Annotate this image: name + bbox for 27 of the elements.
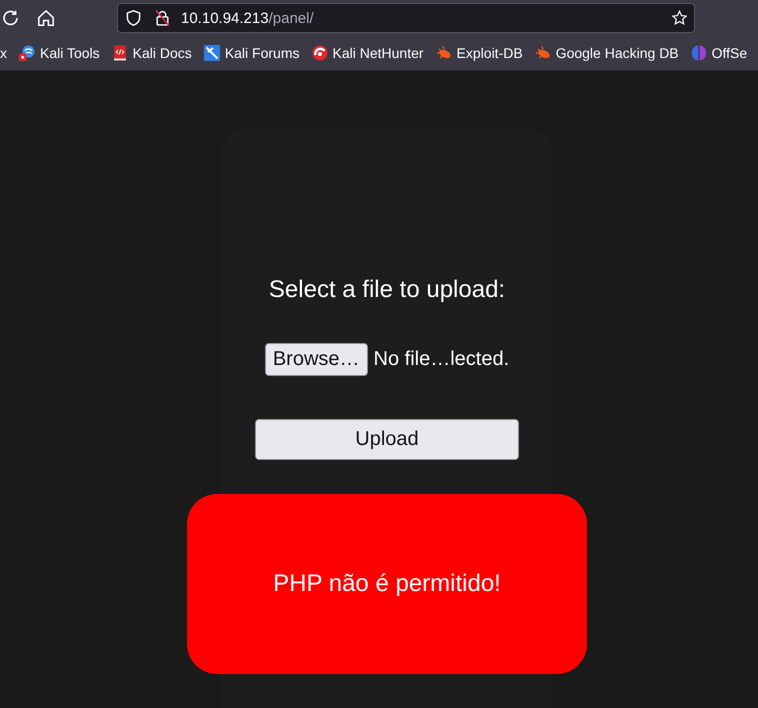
star-icon[interactable] — [672, 10, 687, 26]
book-icon — [112, 45, 128, 61]
upload-button[interactable]: Upload — [255, 419, 519, 460]
ring-icon — [312, 45, 328, 61]
bug-icon — [534, 45, 551, 61]
browse-button[interactable]: Browse… — [264, 343, 368, 376]
reload-icon[interactable] — [3, 10, 19, 26]
url-text: 10.10.94.213/panel/ — [181, 10, 314, 26]
form-title: Select a file to upload: — [268, 275, 506, 305]
circle-badge-icon — [19, 45, 35, 61]
bookmark-link[interactable]: Exploit-DB — [436, 45, 523, 61]
bookmark-link[interactable]: x — [0, 45, 7, 61]
shield-icon[interactable] — [126, 10, 141, 26]
bookmark-link[interactable]: Kali Tools — [19, 45, 100, 61]
bookmark-link[interactable]: Google Hacking DB — [534, 45, 679, 61]
bookmark-link[interactable]: Kali Forums — [204, 45, 300, 61]
bookmark-link[interactable]: Kali Docs — [112, 45, 192, 61]
slash-tile-icon — [204, 45, 220, 61]
bug-icon — [436, 45, 452, 61]
bookmark-link[interactable]: OffSe — [690, 45, 748, 61]
address-bar[interactable]: 10.10.94.213/panel/ — [117, 3, 695, 33]
file-status-text: No file…lected. — [374, 348, 510, 371]
error-message: PHP não é permitido! — [187, 494, 587, 674]
bookmark-link[interactable]: Kali NetHunter — [312, 45, 424, 61]
crossed-lock-icon[interactable] — [155, 10, 170, 26]
home-icon[interactable] — [38, 10, 54, 26]
split-oval-icon — [690, 45, 707, 61]
